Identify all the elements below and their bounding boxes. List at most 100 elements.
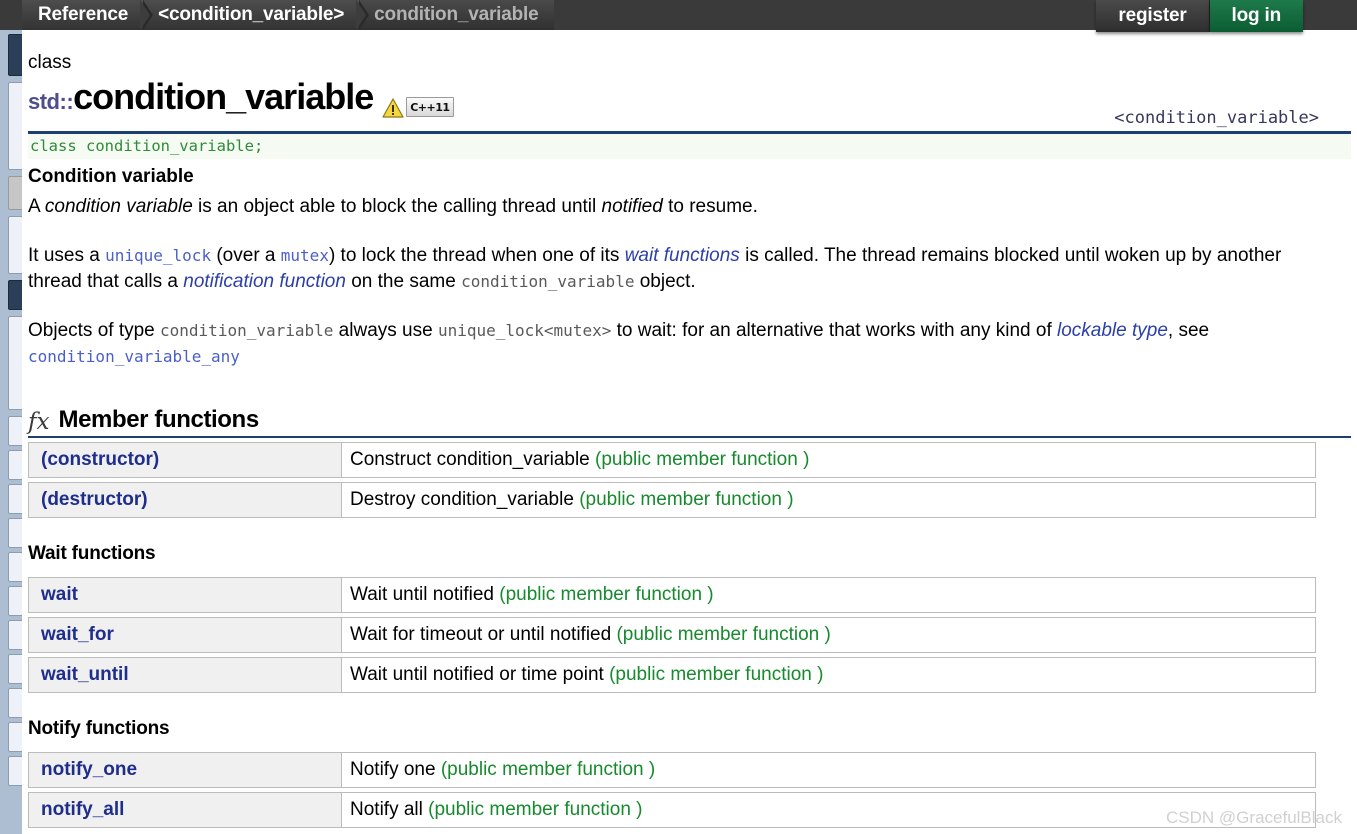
text-run: is an object able to block the calling t… [192,196,602,217]
text-run: Objects of type [28,320,161,341]
function-desc-cell: Destroy condition_variable (public membe… [342,482,1316,518]
intro-subtitle: Condition variable [28,166,194,187]
page-content: class std::condition_variable C++11 <con… [22,30,1357,834]
function-name-cell[interactable]: notify_all [28,792,342,828]
rail-item-2[interactable] [8,82,22,170]
link-lockable-type[interactable]: lockable type [1057,320,1168,341]
rail-item-13[interactable] [8,620,22,650]
rail-inner [3,30,22,834]
register-button[interactable]: register [1096,0,1210,32]
desc-text: Destroy condition_variable [350,489,580,510]
rail-item-5[interactable] [8,280,22,310]
rail-item-10[interactable] [8,518,22,548]
section-header-member-functions: fx Member functions [28,406,1351,438]
fx-icon: fx [28,409,50,435]
rail-item-11[interactable] [8,552,22,582]
group-header-wait-functions: Wait functions [28,543,156,564]
desc-text: Notify all [350,799,429,820]
code-condition-variable: condition_variable [160,321,334,340]
cpp11-badge: C++11 [406,97,454,117]
intro-paragraph-3: Objects of type condition_variable alway… [28,318,1298,370]
entity-name: condition_variable [73,76,374,117]
intro-paragraph-2: It uses a unique_lock (over a mutex) to … [28,243,1298,295]
breadcrumb-label: condition_variable [374,4,539,25]
breadcrumb-item-header[interactable]: <condition_variable> [144,0,370,30]
breadcrumb-item-current[interactable]: condition_variable [360,0,555,30]
function-name-cell[interactable]: wait_for [28,617,342,653]
rail-item-17[interactable] [8,756,22,786]
link-unique-lock[interactable]: unique_lock [105,246,211,265]
rail-item-1[interactable] [8,34,22,76]
rail-item-4[interactable] [8,216,22,274]
link-notification-function[interactable]: notification function [183,271,346,292]
top-navigation-bar: Reference <condition_variable> condition… [0,0,1357,32]
rail-item-15[interactable] [8,688,22,718]
rail-item-9[interactable] [8,484,22,514]
function-name-cell[interactable]: notify_one [28,752,342,788]
member-kind-note: (public member function ) [428,799,643,820]
desc-text: Wait until notified [350,584,500,605]
table-row[interactable]: wait Wait until notified (public member … [28,577,1316,613]
function-name-cell[interactable]: wait [28,577,342,613]
header-file-link[interactable]: <condition_variable> [1114,108,1319,128]
table-row[interactable]: wait_for Wait for timeout or until notif… [28,617,1316,653]
text-run: ) to lock the thread when one of its [328,245,625,266]
desc-text: Wait for timeout or until notified [350,624,617,645]
desc-text: Wait until notified or time point [350,664,610,685]
emphasis-notified: notified [601,196,663,217]
function-desc-cell: Wait until notified (public member funct… [342,577,1316,613]
table-row[interactable]: notify_one Notify one (public member fun… [28,752,1316,788]
intro-paragraph-1: A condition variable is an object able t… [28,194,1298,220]
table-row[interactable]: (destructor) Destroy condition_variable … [28,482,1316,518]
link-wait-functions[interactable]: wait functions [625,245,740,266]
member-kind-note: (public member function ) [595,449,810,470]
table-row[interactable]: (constructor) Construct condition_variab… [28,442,1316,478]
link-mutex[interactable]: mutex [281,246,329,265]
rail-item-3[interactable] [8,176,22,210]
rail-item-6[interactable] [8,316,22,410]
warning-triangle-icon [382,98,404,118]
text-run: A [28,196,45,217]
text-run: It uses a [28,245,106,266]
function-name-cell[interactable]: wait_until [28,657,342,693]
wait-functions-table: wait Wait until notified (public member … [28,573,1316,697]
text-run: , see [1167,320,1210,341]
member-kind-note: (public member function ) [609,664,824,685]
link-condition-variable-any[interactable]: condition_variable_any [28,347,240,366]
page-title: std::condition_variable [28,76,374,122]
rail-item-12[interactable] [8,586,22,616]
text-run: (over a [211,245,281,266]
text-run: always use [333,320,438,341]
breadcrumb: Reference <condition_variable> condition… [22,0,555,30]
group-header-notify-functions: Notify functions [28,718,170,739]
table-row[interactable]: notify_all Notify all (public member fun… [28,792,1316,828]
function-name-cell[interactable]: (destructor) [28,482,342,518]
function-desc-cell: Notify all (public member function ) [342,792,1316,828]
code-condition-variable: condition_variable [461,272,635,291]
function-desc-cell: Construct condition_variable (public mem… [342,442,1316,478]
rail-item-7[interactable] [8,416,22,446]
table-row[interactable]: wait_until Wait until notified or time p… [28,657,1316,693]
member-kind-note: (public member function ) [499,584,714,605]
login-button[interactable]: log in [1209,0,1303,32]
notify-functions-table: notify_one Notify one (public member fun… [28,748,1316,832]
entity-kind-label: class [28,52,72,73]
desc-text: Notify one [350,759,441,780]
function-desc-cell: Wait for timeout or until notified (publ… [342,617,1316,653]
rail-item-8[interactable] [8,450,22,480]
text-run: to resume. [662,196,758,217]
function-desc-cell: Notify one (public member function ) [342,752,1316,788]
rail-item-14[interactable] [8,654,22,684]
function-name-cell[interactable]: (constructor) [28,442,342,478]
text-run: to wait: for an alternative that works w… [611,320,1057,341]
emphasis-condition-variable: condition variable [44,196,193,217]
breadcrumb-item-reference[interactable]: Reference [22,0,154,30]
breadcrumb-separator-icon [356,0,367,30]
breadcrumb-label: Reference [38,4,129,25]
class-declaration-code: class condition_variable; [28,134,1351,159]
rail-item-16[interactable] [8,722,22,752]
member-kind-note: (public member function ) [440,759,656,780]
function-desc-cell: Wait until notified or time point (publi… [342,657,1316,693]
member-functions-table: (constructor) Construct condition_variab… [28,438,1316,522]
namespace-prefix: std:: [28,89,74,114]
